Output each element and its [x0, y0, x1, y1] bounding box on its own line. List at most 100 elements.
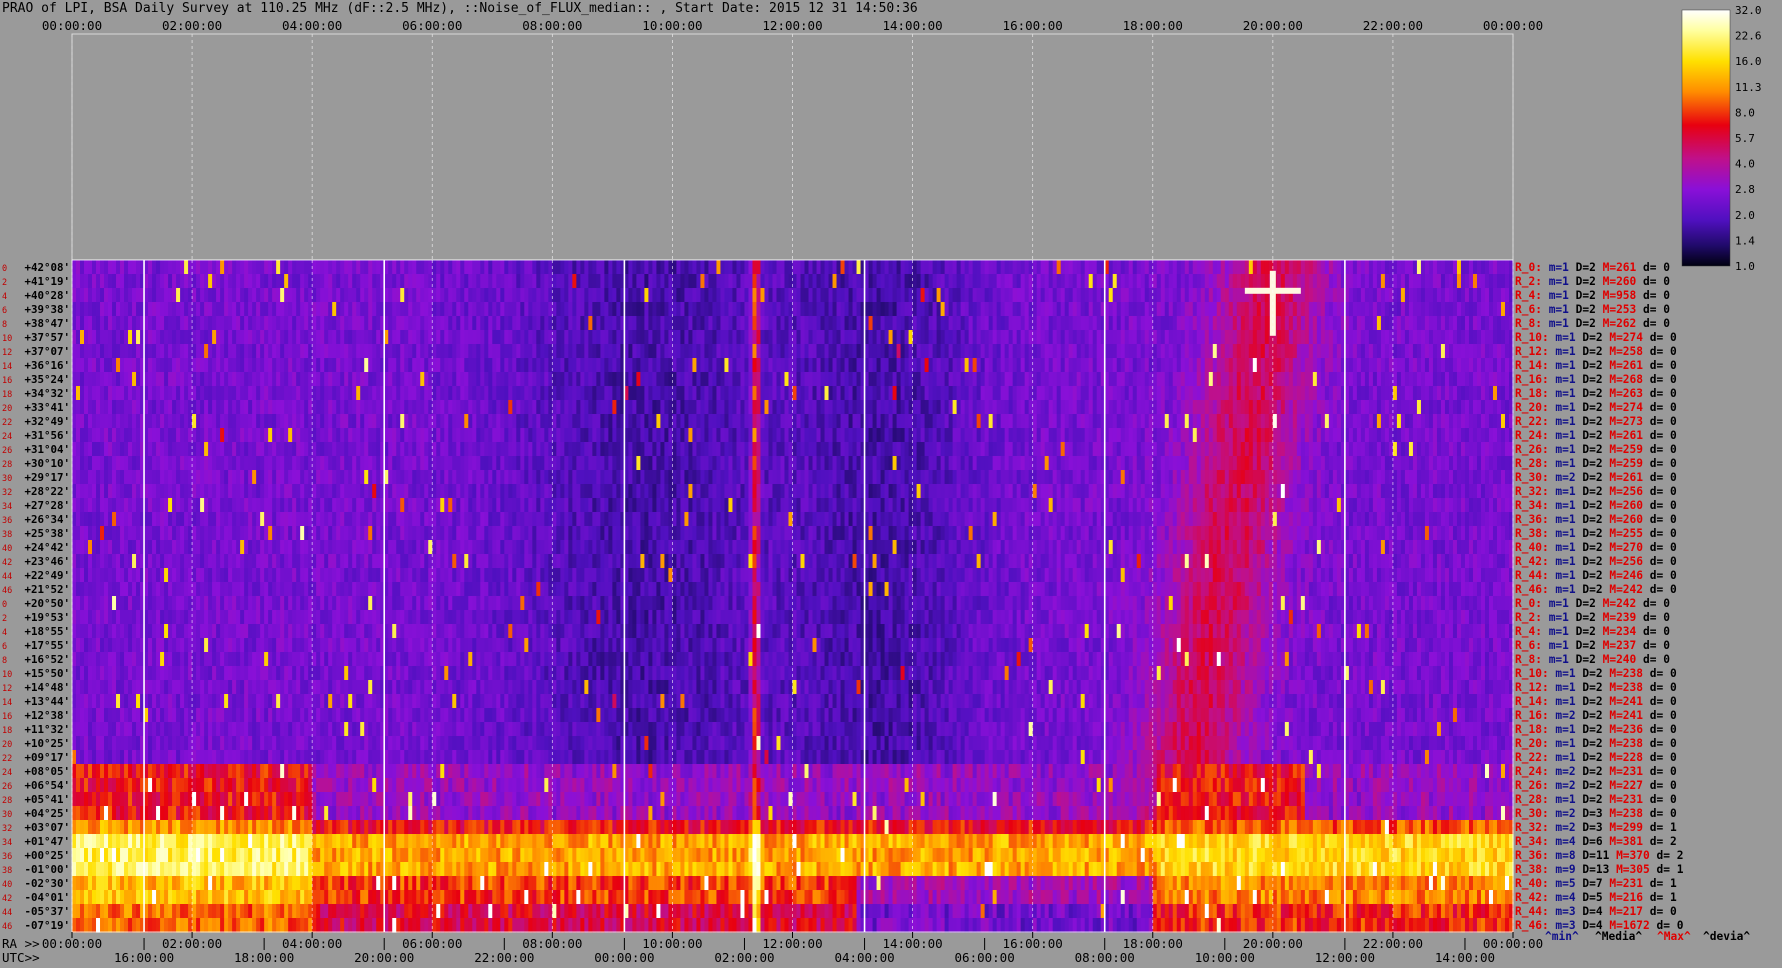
heatmap-cell [892, 442, 898, 457]
heatmap-cell [252, 372, 257, 387]
heatmap-cell [1364, 372, 1370, 387]
heatmap-cell [1404, 316, 1410, 331]
heatmap-cell [964, 274, 970, 289]
heatmap-cell [1292, 358, 1298, 373]
heatmap-cell [456, 274, 461, 289]
heatmap-cell [1068, 372, 1074, 387]
heatmap-cell [940, 288, 946, 303]
heatmap-cell [152, 400, 157, 415]
heatmap-cell [592, 400, 597, 415]
heatmap-cell [400, 400, 405, 415]
heatmap-cell [240, 288, 245, 303]
heatmap-cell [196, 386, 201, 401]
heatmap-cell [284, 316, 289, 331]
heatmap-cell [112, 288, 117, 303]
heatmap-cell [352, 288, 357, 303]
heatmap-cell [1284, 358, 1290, 373]
heatmap-cell [904, 400, 910, 415]
heatmap-cell [136, 344, 141, 359]
heatmap-cell [708, 260, 714, 275]
heatmap-cell [692, 288, 698, 303]
heatmap-cell [104, 372, 109, 387]
heatmap-cell [1180, 358, 1186, 373]
heatmap-cell [948, 372, 954, 387]
heatmap-cell [1020, 358, 1026, 373]
heatmap-cell [832, 330, 838, 345]
heatmap-cell [1040, 330, 1046, 345]
heatmap-cell [1324, 316, 1330, 331]
heatmap-cell [960, 344, 966, 359]
heatmap-cell [284, 260, 289, 275]
heatmap-cell [1308, 442, 1314, 457]
heatmap-cell [1164, 442, 1170, 457]
heatmap-cell [1300, 386, 1306, 401]
heatmap-cell [568, 442, 573, 457]
heatmap-cell [844, 358, 850, 373]
heatmap-cell [1316, 274, 1322, 289]
heatmap-cell [584, 414, 589, 429]
heatmap-cell [1352, 288, 1358, 303]
heatmap-cell [1488, 428, 1494, 443]
heatmap-cell [972, 260, 978, 275]
heatmap-cell [1064, 358, 1070, 373]
heatmap-cell [100, 386, 105, 401]
heatmap-cell [1428, 288, 1434, 303]
heatmap-cell [1124, 302, 1130, 317]
heatmap-cell [1032, 414, 1038, 429]
heatmap-cell [356, 330, 361, 345]
heatmap-cell [1444, 288, 1450, 303]
heatmap-cell [80, 274, 85, 289]
heatmap-cell [504, 400, 509, 415]
heatmap-cell [1084, 330, 1090, 345]
heatmap-cell [728, 442, 734, 457]
heatmap-cell [1252, 386, 1258, 401]
heatmap-cell [112, 358, 117, 373]
heatmap-cell [848, 386, 854, 401]
heatmap-cell [540, 274, 545, 289]
heatmap-cell [212, 372, 217, 387]
heatmap-cell [152, 442, 157, 457]
heatmap-cell [648, 302, 653, 317]
heatmap-cell [928, 372, 934, 387]
heatmap-cell [1172, 428, 1178, 443]
heatmap-cell [1004, 344, 1010, 359]
heatmap-cell [88, 274, 93, 289]
heatmap-cell [452, 260, 457, 275]
heatmap-cell [1224, 358, 1230, 373]
heatmap-cell [832, 372, 838, 387]
heatmap-cell [836, 260, 842, 275]
heatmap-cell [1044, 372, 1050, 387]
heatmap-cell [1328, 344, 1334, 359]
heatmap-cell [1156, 442, 1162, 457]
heatmap-cell [728, 372, 734, 387]
heatmap-cell [712, 302, 718, 317]
heatmap-cell [696, 288, 702, 303]
heatmap-cell [220, 274, 225, 289]
heatmap-cell [1432, 288, 1438, 303]
heatmap-cell [212, 344, 217, 359]
heatmap-cell [1056, 428, 1062, 443]
heatmap-cell [804, 442, 810, 457]
heatmap-cell [1204, 302, 1210, 317]
heatmap-cell [1228, 302, 1234, 317]
heatmap-cell [200, 442, 205, 457]
heatmap-cell [584, 330, 589, 345]
heatmap-cell [340, 274, 345, 289]
heatmap-cell [1092, 372, 1098, 387]
heatmap-cell [688, 428, 694, 443]
heatmap-cell [500, 316, 505, 331]
heatmap-cell [228, 414, 233, 429]
heatmap-cell [1496, 386, 1502, 401]
heatmap-cell [504, 414, 509, 429]
heatmap-cell [868, 386, 874, 401]
heatmap-cell [560, 386, 565, 401]
heatmap-cell [288, 288, 293, 303]
heatmap-cell [732, 386, 738, 401]
heatmap-cell [1004, 274, 1010, 289]
heatmap-cell [216, 372, 221, 387]
heatmap-cell [376, 442, 381, 457]
heatmap-cell [756, 442, 762, 457]
heatmap-cell [460, 358, 465, 373]
heatmap-cell [656, 414, 662, 429]
heatmap-cell [392, 386, 397, 401]
